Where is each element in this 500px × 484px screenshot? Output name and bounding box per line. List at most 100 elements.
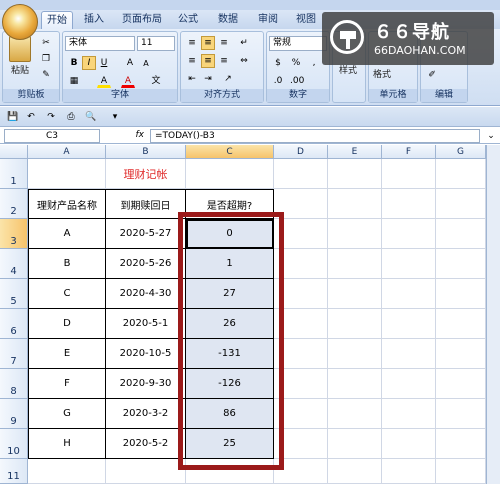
bold-button[interactable]: B bbox=[67, 56, 81, 70]
overdue-days-cell[interactable]: 0 bbox=[186, 219, 274, 249]
table-header-cell[interactable]: 理财产品名称 bbox=[28, 189, 106, 219]
copy-icon[interactable]: ❐ bbox=[39, 52, 53, 66]
tab-review[interactable]: 审阅 bbox=[252, 11, 284, 29]
empty-cell[interactable] bbox=[328, 339, 382, 369]
tab-home[interactable]: 开始 bbox=[41, 11, 73, 29]
product-name-cell[interactable]: D bbox=[28, 309, 106, 339]
due-date-cell[interactable]: 2020-5-1 bbox=[106, 309, 186, 339]
empty-cell[interactable] bbox=[274, 459, 328, 484]
empty-cell[interactable] bbox=[186, 159, 274, 189]
empty-cell[interactable] bbox=[382, 189, 436, 219]
save-icon[interactable]: 💾 bbox=[6, 110, 20, 124]
empty-cell[interactable] bbox=[328, 219, 382, 249]
align-bottom-icon[interactable]: ≡ bbox=[217, 36, 231, 50]
align-right-icon[interactable]: ≡ bbox=[217, 54, 231, 68]
empty-cell[interactable] bbox=[436, 219, 486, 249]
italic-button[interactable]: I bbox=[82, 56, 96, 70]
format-button[interactable]: 格式 bbox=[373, 68, 391, 82]
product-name-cell[interactable]: C bbox=[28, 279, 106, 309]
increase-indent-icon[interactable]: ⇥ bbox=[201, 72, 215, 86]
row-header-3[interactable]: 3 bbox=[0, 219, 28, 249]
empty-cell[interactable] bbox=[436, 309, 486, 339]
empty-cell[interactable] bbox=[382, 399, 436, 429]
empty-cell[interactable] bbox=[328, 159, 382, 189]
overdue-days-cell[interactable]: 86 bbox=[186, 399, 274, 429]
row-header-11[interactable]: 11 bbox=[0, 459, 28, 484]
empty-cell[interactable] bbox=[274, 249, 328, 279]
product-name-cell[interactable]: E bbox=[28, 339, 106, 369]
sheet-title[interactable]: 理财记帐 bbox=[106, 159, 186, 189]
empty-cell[interactable] bbox=[382, 369, 436, 399]
row-header-4[interactable]: 4 bbox=[0, 249, 28, 279]
empty-cell[interactable] bbox=[328, 189, 382, 219]
increase-decimal-icon[interactable]: .0 bbox=[271, 74, 285, 88]
col-header-c[interactable]: C bbox=[186, 145, 274, 159]
empty-cell[interactable] bbox=[274, 429, 328, 459]
empty-cell[interactable] bbox=[274, 219, 328, 249]
select-all[interactable] bbox=[0, 145, 28, 159]
empty-cell[interactable] bbox=[328, 309, 382, 339]
empty-cell[interactable] bbox=[436, 279, 486, 309]
align-top-icon[interactable]: ≡ bbox=[185, 36, 199, 50]
col-header-b[interactable]: B bbox=[106, 145, 186, 159]
fill-color-button[interactable]: A bbox=[97, 74, 111, 88]
product-name-cell[interactable]: B bbox=[28, 249, 106, 279]
empty-cell[interactable] bbox=[328, 369, 382, 399]
due-date-cell[interactable]: 2020-9-30 bbox=[106, 369, 186, 399]
row-header-7[interactable]: 7 bbox=[0, 339, 28, 369]
row-header-6[interactable]: 6 bbox=[0, 309, 28, 339]
empty-cell[interactable] bbox=[274, 279, 328, 309]
tab-formulas[interactable]: 公式 bbox=[172, 11, 204, 29]
row-header-5[interactable]: 5 bbox=[0, 279, 28, 309]
row-header-10[interactable]: 10 bbox=[0, 429, 28, 459]
empty-cell[interactable] bbox=[274, 399, 328, 429]
tab-insert[interactable]: 插入 bbox=[78, 11, 110, 29]
empty-cell[interactable] bbox=[436, 339, 486, 369]
empty-cell[interactable] bbox=[28, 459, 106, 484]
due-date-cell[interactable]: 2020-4-30 bbox=[106, 279, 186, 309]
empty-cell[interactable] bbox=[382, 429, 436, 459]
col-header-a[interactable]: A bbox=[28, 145, 106, 159]
empty-cell[interactable] bbox=[274, 369, 328, 399]
preview-icon[interactable]: 🔍 bbox=[84, 110, 98, 124]
row-header-2[interactable]: 2 bbox=[0, 189, 28, 219]
tab-page-layout[interactable]: 页面布局 bbox=[118, 11, 166, 29]
due-date-cell[interactable]: 2020-5-2 bbox=[106, 429, 186, 459]
empty-cell[interactable] bbox=[186, 459, 274, 484]
orientation-icon[interactable]: ↗ bbox=[221, 72, 235, 86]
align-left-icon[interactable]: ≡ bbox=[185, 54, 199, 68]
empty-cell[interactable] bbox=[382, 159, 436, 189]
row-header-8[interactable]: 8 bbox=[0, 369, 28, 399]
name-box[interactable]: C3 bbox=[4, 129, 100, 143]
empty-cell[interactable] bbox=[382, 309, 436, 339]
empty-cell[interactable] bbox=[274, 189, 328, 219]
product-name-cell[interactable]: H bbox=[28, 429, 106, 459]
empty-cell[interactable] bbox=[382, 219, 436, 249]
empty-cell[interactable] bbox=[436, 369, 486, 399]
due-date-cell[interactable]: 2020-5-27 bbox=[106, 219, 186, 249]
empty-cell[interactable] bbox=[382, 339, 436, 369]
overdue-days-cell[interactable]: 1 bbox=[186, 249, 274, 279]
currency-button[interactable]: $ bbox=[271, 56, 285, 70]
empty-cell[interactable] bbox=[274, 339, 328, 369]
table-header-cell[interactable]: 到期赎回日 bbox=[106, 189, 186, 219]
print-icon[interactable]: ⎙ bbox=[64, 110, 78, 124]
redo-icon[interactable]: ↷ bbox=[44, 110, 58, 124]
row-header-1[interactable]: 1 bbox=[0, 159, 28, 189]
font-color-button[interactable]: A bbox=[121, 74, 135, 88]
overdue-days-cell[interactable]: 25 bbox=[186, 429, 274, 459]
wrap-text-icon[interactable]: ↵ bbox=[237, 36, 251, 50]
product-name-cell[interactable]: G bbox=[28, 399, 106, 429]
vertical-scrollbar[interactable] bbox=[486, 145, 500, 484]
col-header-f[interactable]: F bbox=[382, 145, 436, 159]
expand-formula-icon[interactable]: ⌄ bbox=[484, 129, 498, 143]
borders-icon[interactable]: ▦ bbox=[67, 74, 81, 88]
decrease-indent-icon[interactable]: ⇤ bbox=[185, 72, 199, 86]
tab-view[interactable]: 视图 bbox=[290, 11, 322, 29]
empty-cell[interactable] bbox=[436, 459, 486, 484]
decrease-font-icon[interactable]: A bbox=[139, 56, 153, 70]
empty-cell[interactable] bbox=[328, 279, 382, 309]
paste-label[interactable]: 粘贴 bbox=[11, 64, 29, 78]
empty-cell[interactable] bbox=[328, 429, 382, 459]
phonetic-button[interactable]: 文 bbox=[149, 74, 163, 88]
